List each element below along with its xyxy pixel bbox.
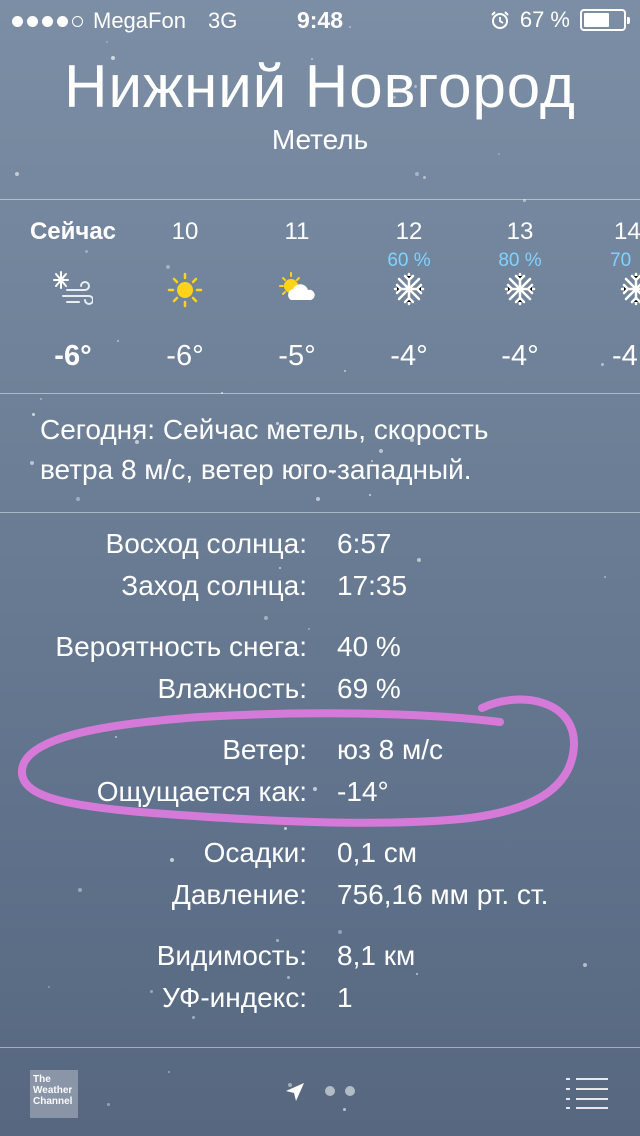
detail-row: Осадки: 0,1 см [0, 837, 640, 877]
hour-temp: -5° [278, 340, 316, 372]
divider [0, 393, 640, 394]
divider [0, 199, 640, 200]
weather-condition: Метель [271, 124, 369, 155]
hour-item: 13 80 % -4° [465, 202, 575, 392]
detail-value: юз 8 м/с [337, 734, 443, 765]
detail-row: Восход солнца: 6:57 [0, 528, 640, 568]
hour-label: Сейчас [29, 218, 117, 245]
weather-channel-logo[interactable]: The Weather Channel [30, 1070, 78, 1118]
battery-icon [580, 9, 630, 31]
weather-screen: MegaFon 3G 9:48 67 % Нижний Новгород Мет… [0, 0, 640, 1136]
detail-row: Ощущается как: -14° [0, 776, 640, 816]
detail-value: 756,16 мм рт. ст. [337, 879, 549, 910]
list-menu-icon[interactable] [564, 1076, 610, 1110]
hour-label: 13 [506, 218, 534, 245]
detail-label: Восход солнца: [105, 528, 307, 559]
detail-value: 8,1 км [337, 940, 416, 971]
detail-value: 69 % [337, 673, 401, 704]
page-indicator-dot[interactable] [345, 1086, 355, 1096]
alarm-clock-icon [491, 11, 509, 29]
detail-label: Ощущается как: [96, 776, 307, 807]
hour-label: 11 [284, 218, 310, 245]
detail-value: 40 % [337, 631, 401, 662]
page-indicator-dot[interactable] [325, 1086, 335, 1096]
detail-row: Давление: 756,16 мм рт. ст. [0, 879, 640, 919]
detail-value: 6:57 [337, 528, 392, 559]
hour-temp: -6° [166, 340, 204, 372]
snow-speck [308, 628, 310, 630]
hour-temp: -6° [54, 340, 92, 372]
hour-label: 12 [395, 218, 423, 245]
city-name: Нижний Новгород [64, 53, 576, 120]
snow-speck [40, 398, 42, 400]
detail-label: Вероятность снега: [55, 631, 307, 662]
snow-speck [264, 616, 268, 620]
snow-speck [415, 172, 419, 176]
logo-text: The [33, 1074, 51, 1085]
hour-label: 14 [614, 218, 640, 245]
detail-row: Влажность: 69 % [0, 673, 640, 713]
detail-label: Давление: [171, 879, 307, 910]
detail-label: Ветер: [222, 734, 307, 765]
detail-row: Ветер: юз 8 м/с [0, 734, 640, 774]
battery-percent: 67 % [519, 7, 570, 32]
sun-icon [167, 272, 203, 308]
detail-label: Влажность: [157, 673, 307, 704]
snowflake-icon [504, 272, 536, 306]
hour-item: 12 60 % -4° [354, 202, 464, 392]
detail-row: УФ-индекс: 1 [0, 982, 640, 1022]
detail-label: Осадки: [203, 837, 307, 868]
detail-value: -14° [337, 776, 389, 807]
detail-value: 0,1 см [337, 837, 417, 868]
detail-label: Видимость: [156, 940, 307, 971]
detail-label: Заход солнца: [121, 570, 307, 601]
today-summary: Сегодня: Сейчас метель, скорость ветра 8… [40, 410, 610, 490]
snowflake-icon [393, 272, 425, 306]
status-bar: MegaFon 3G 9:48 67 % [0, 0, 640, 40]
snow-speck [284, 827, 287, 830]
logo-text: Weather [33, 1085, 73, 1096]
snow-speck [76, 497, 80, 501]
summary-line: Сегодня: Сейчас метель, скорость [40, 414, 489, 445]
wind-snow-icon [53, 271, 93, 305]
snow-speck [316, 497, 320, 501]
logo-text: Channel [33, 1096, 73, 1107]
hour-item: 11 -5° [242, 202, 352, 392]
detail-label: УФ-индекс: [162, 982, 307, 1013]
status-right: 67 % [490, 7, 630, 33]
hour-item: Сейчас -6° [18, 202, 128, 392]
snow-speck [15, 172, 19, 176]
snow-speck [369, 494, 371, 496]
snow-speck [32, 413, 35, 416]
snow-speck [106, 41, 108, 43]
snow-speck [451, 715, 453, 717]
hour-temp: -4 [612, 340, 638, 372]
hour-label: 10 [171, 218, 199, 245]
summary-line: ветра 8 м/с, ветер юго-западный. [40, 454, 472, 485]
location-arrow-icon[interactable] [284, 1081, 306, 1103]
hour-item: 10 -6° [130, 202, 240, 392]
snowflake-icon [620, 272, 640, 306]
divider [0, 512, 640, 513]
detail-row: Заход солнца: 17:35 [0, 570, 640, 610]
partly-cloudy-icon [279, 272, 315, 300]
detail-row: Вероятность снега: 40 % [0, 631, 640, 671]
hour-temp: -4° [390, 340, 428, 372]
hour-temp: -4° [501, 340, 539, 372]
snow-speck [423, 176, 426, 179]
detail-value: 17:35 [337, 570, 408, 601]
snow-speck [30, 461, 34, 465]
hourly-forecast[interactable]: Сейчас -6° 10 -6° 11 -5° 12 60 % -4° 13 … [0, 202, 640, 392]
battery-level [584, 13, 610, 27]
detail-row: Видимость: 8,1 км [0, 940, 640, 980]
hour-item: 14 70 -4 [576, 202, 640, 392]
snow-speck [338, 930, 342, 934]
bottom-toolbar: The Weather Channel [0, 1048, 640, 1136]
detail-value: 1 [337, 982, 353, 1013]
